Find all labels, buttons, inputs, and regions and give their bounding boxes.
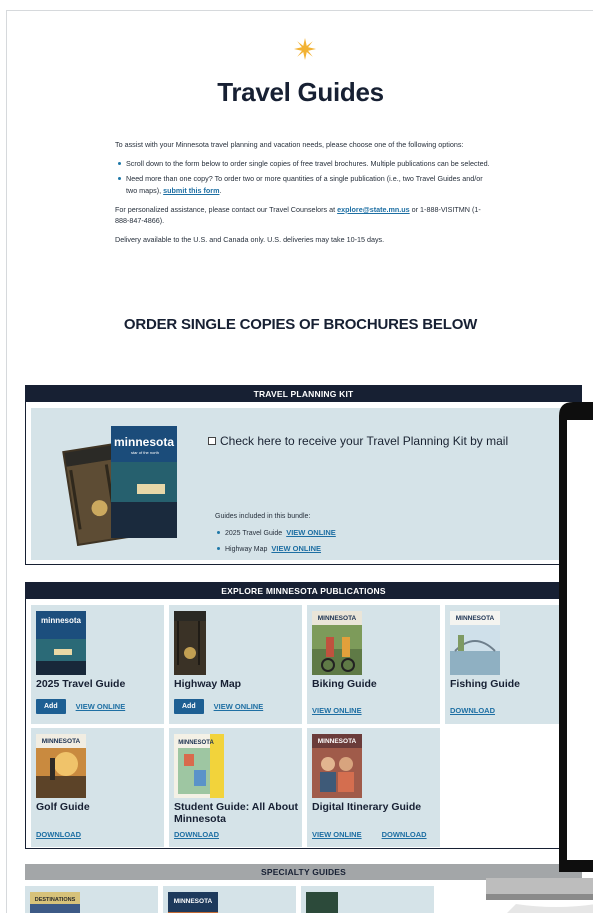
cover-title: MINNESOTA	[174, 898, 213, 905]
sun-star-icon	[294, 38, 316, 60]
publication-card-travel-guide: minnesota 2025 Travel Guide Add VIEW ONL…	[31, 605, 164, 724]
email-link[interactable]: explore@state.mn.us	[337, 205, 410, 214]
contact-paragraph: For personalized assistance, please cont…	[115, 204, 490, 226]
kit-checkbox-row[interactable]: Check here to receive your Travel Planni…	[208, 434, 508, 448]
laptop-base-image	[486, 878, 593, 913]
view-online-link[interactable]: VIEW ONLINE	[312, 830, 362, 839]
view-online-link[interactable]: VIEW ONLINE	[271, 544, 321, 553]
travel-planning-kit-section: TRAVEL PLANNING KIT minnesota star of th…	[25, 385, 582, 565]
cover-title: DESTINATIONS	[35, 897, 76, 903]
add-button[interactable]: Add	[174, 699, 204, 714]
cover-title: MINNESOTA	[42, 738, 81, 745]
specialty-card: MINNESOTA	[163, 886, 296, 913]
card-title: Highway Map	[174, 678, 242, 690]
kit-item-name: 2025 Travel Guide	[225, 530, 283, 537]
specialty-cover-3	[306, 892, 338, 913]
download-link[interactable]: DOWNLOAD	[36, 830, 81, 839]
section-header: TRAVEL PLANNING KIT	[26, 386, 581, 402]
cover-title: minnesota	[41, 616, 82, 625]
cover-title: MINNESOTA	[318, 738, 357, 745]
view-online-link[interactable]: VIEW ONLINE	[76, 702, 126, 711]
kit-body: minnesota star of the north Check here t…	[31, 408, 576, 560]
highway-map-cover	[174, 611, 206, 675]
card-actions: DOWNLOAD	[450, 706, 495, 715]
kit-cover-subtitle: star of the north	[131, 450, 159, 455]
card-actions: VIEW ONLINE DOWNLOAD	[312, 830, 427, 839]
fishing-guide-cover: MINNESOTA	[450, 611, 500, 675]
cover-title: MINNESOTA	[178, 740, 214, 746]
download-link[interactable]: DOWNLOAD	[174, 830, 219, 839]
card-actions: Add VIEW ONLINE	[36, 699, 125, 714]
card-title: Fishing Guide	[450, 678, 520, 690]
page-title: Travel Guides	[217, 77, 384, 107]
specialty-cover-1: DESTINATIONS	[30, 892, 80, 913]
golf-guide-cover: MINNESOTA	[36, 734, 86, 798]
kit-checkbox[interactable]	[208, 437, 216, 445]
option-text: Scroll down to the form below to order s…	[126, 159, 490, 169]
card-actions: DOWNLOAD	[174, 830, 219, 839]
view-online-link[interactable]: VIEW ONLINE	[312, 706, 362, 715]
options-list: Scroll down to the form below to order s…	[115, 158, 490, 196]
publications-section: EXPLORE MINNESOTA PUBLICATIONS minnesota…	[25, 582, 582, 849]
kit-covers-image: minnesota star of the north	[62, 426, 177, 546]
download-link[interactable]: DOWNLOAD	[382, 830, 427, 839]
intro-paragraph: To assist with your Minnesota travel pla…	[115, 140, 464, 149]
kit-items-list: 2025 Travel Guide VIEW ONLINE Highway Map…	[215, 528, 336, 560]
specialty-card	[301, 886, 434, 913]
page-frame: Travel Guides To assist with your Minnes…	[6, 10, 593, 913]
add-button[interactable]: Add	[36, 699, 66, 714]
kit-cover-title: minnesota	[114, 435, 174, 449]
publication-card-highway-map: Highway Map Add VIEW ONLINE	[169, 605, 302, 724]
laptop-frame-image	[559, 402, 593, 872]
contact-text: For personalized assistance, please cont…	[115, 204, 336, 214]
biking-guide-cover: MINNESOTA	[312, 611, 362, 675]
publication-card-golf-guide: MINNESOTA Golf Guide DOWNLOAD	[31, 728, 164, 847]
view-online-link[interactable]: VIEW ONLINE	[286, 528, 336, 537]
delivery-note: Delivery available to the U.S. and Canad…	[115, 235, 385, 245]
publication-card-digital-itinerary: MINNESOTA Digital Itinerary Guide VIEW O…	[307, 728, 440, 847]
cover-title: MINNESOTA	[318, 615, 357, 622]
intro-text: To assist with your Minnesota travel pla…	[115, 139, 490, 253]
kit-checkbox-label[interactable]: Check here to receive your Travel Planni…	[220, 434, 508, 448]
specialty-card: DESTINATIONS	[25, 886, 158, 913]
digital-itinerary-cover: MINNESOTA	[312, 734, 362, 798]
kit-item-name: Highway Map	[225, 546, 268, 553]
travel-guide-cover: minnesota	[36, 611, 86, 675]
option-item: Scroll down to the form below to order s…	[115, 158, 490, 169]
card-title: Biking Guide	[312, 678, 377, 690]
order-heading: ORDER SINGLE COPIES OF BROCHURES BELOW	[123, 316, 478, 333]
student-guide-cover: MINNESOTA	[174, 734, 224, 798]
specialty-cover-2: MINNESOTA	[168, 892, 218, 913]
kit-item: 2025 Travel Guide VIEW ONLINE	[215, 528, 336, 537]
publication-card-biking-guide: MINNESOTA Biking Guide VIEW ONLINE	[307, 605, 440, 724]
card-title: Student Guide: All About Minnesota	[174, 801, 299, 825]
kit-item: Highway Map VIEW ONLINE	[215, 544, 336, 553]
download-link[interactable]: DOWNLOAD	[450, 706, 495, 715]
option-item: Need more than one copy? To order two or…	[115, 173, 490, 195]
card-title: Golf Guide	[36, 801, 90, 813]
kit-included-label: Guides included in this bundle:	[215, 513, 311, 520]
submit-form-link[interactable]: submit this form	[163, 186, 219, 195]
card-actions: VIEW ONLINE	[312, 706, 362, 715]
card-title: Digital Itinerary Guide	[312, 801, 422, 813]
card-title: 2025 Travel Guide	[36, 678, 126, 690]
card-actions: Add VIEW ONLINE	[174, 699, 263, 714]
publication-card-student-guide: MINNESOTA Student Guide: All About Minne…	[169, 728, 302, 847]
section-header: EXPLORE MINNESOTA PUBLICATIONS	[26, 583, 581, 599]
cover-title: MINNESOTA	[456, 615, 495, 622]
card-actions: DOWNLOAD	[36, 830, 81, 839]
view-online-link[interactable]: VIEW ONLINE	[214, 702, 264, 711]
